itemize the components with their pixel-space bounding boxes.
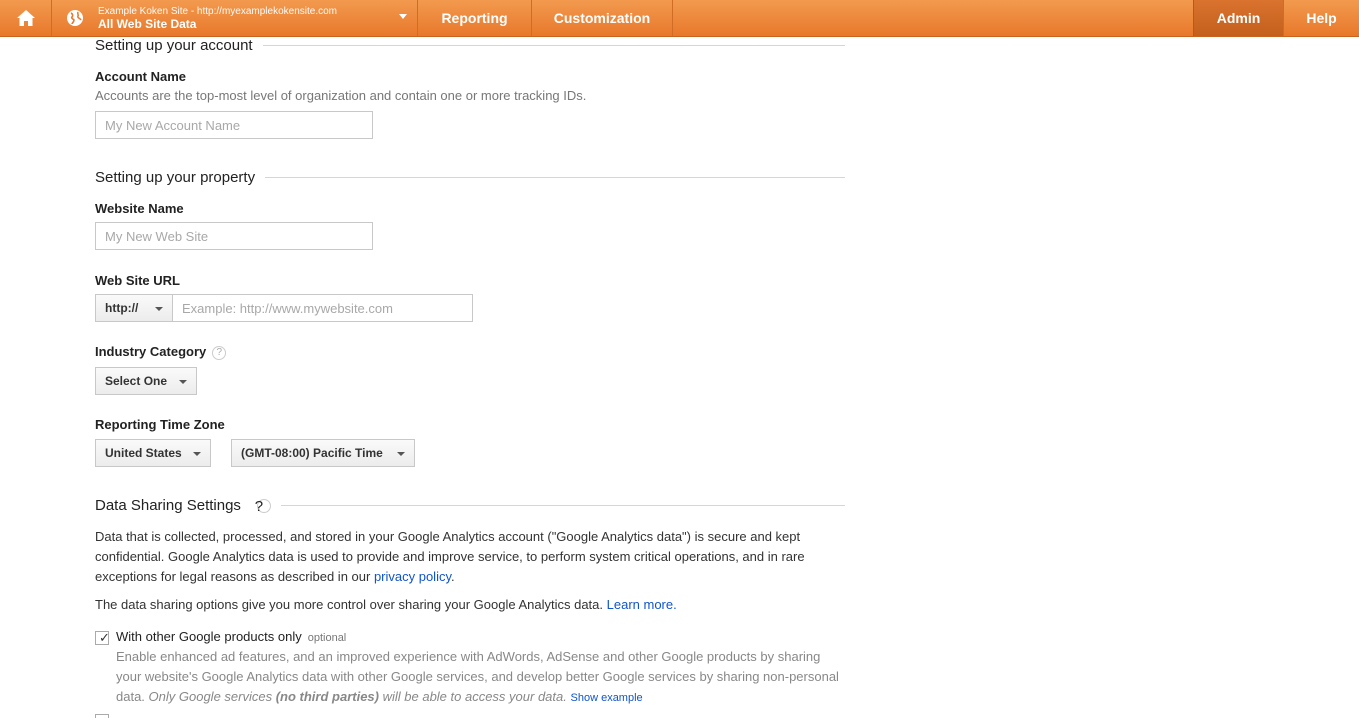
google-products-label-text: With other Google products only [116, 629, 302, 644]
checkmark-icon: ✓ [99, 630, 110, 645]
protocol-value: http:// [105, 301, 139, 315]
account-section-title: Setting up your account [95, 37, 253, 54]
website-url-input[interactable] [172, 294, 473, 322]
account-name-help: Accounts are the top-most level of organ… [95, 88, 587, 103]
nav-help[interactable]: Help [1284, 0, 1359, 36]
data-sharing-options-intro: The data sharing options give you more c… [95, 595, 835, 615]
timezone-select[interactable]: (GMT-08:00) Pacific Time [231, 439, 415, 467]
learn-more-link[interactable]: Learn more. [607, 597, 677, 612]
country-value: United States [105, 446, 182, 460]
chevron-down-icon [397, 452, 405, 456]
option-desc-italic-end: will be able to access your data. [378, 689, 567, 704]
property-section-header: Setting up your property [95, 169, 845, 186]
account-name-input[interactable] [95, 111, 373, 139]
help-icon[interactable]: ? [212, 345, 227, 360]
industry-category-label: Industry Category? [95, 344, 227, 360]
nav-customization[interactable]: Customization [532, 0, 673, 36]
divider [265, 177, 845, 178]
google-products-option-description: Enable enhanced ad features, and an impr… [116, 647, 846, 708]
website-url-label: Web Site URL [95, 273, 180, 288]
help-icon[interactable]: ? [255, 498, 271, 515]
chevron-down-icon [193, 452, 201, 456]
period-text: . [451, 569, 455, 584]
protocol-select[interactable]: http:// [95, 294, 173, 322]
nav-admin[interactable]: Admin [1193, 0, 1284, 36]
home-icon [16, 10, 35, 26]
timezone-value: (GMT-08:00) Pacific Time [241, 446, 383, 460]
divider [262, 45, 845, 46]
option-desc-bold: (no third parties) [275, 689, 379, 704]
industry-category-value: Select One [105, 374, 168, 388]
google-products-checkbox[interactable]: ✓ [95, 630, 110, 645]
data-sharing-title-text: Data Sharing Settings [95, 497, 241, 514]
data-sharing-description: Data that is collected, processed, and s… [95, 527, 835, 587]
show-example-link[interactable]: Show example [571, 692, 643, 704]
privacy-policy-link[interactable]: privacy policy [374, 569, 451, 584]
industry-category-select[interactable]: Select One [95, 367, 197, 395]
next-option-checkbox[interactable] [95, 714, 109, 718]
data-sharing-section-title: Data Sharing Settings? [95, 497, 281, 515]
site-subtitle: Example Koken Site - http://myexamplekok… [98, 6, 337, 17]
data-sharing-section-header: Data Sharing Settings? [95, 497, 845, 515]
nav-reporting[interactable]: Reporting [418, 0, 532, 36]
account-section-header: Setting up your account [95, 37, 845, 54]
property-selector[interactable]: Example Koken Site - http://myexamplekok… [52, 0, 418, 36]
optional-tag: optional [307, 632, 347, 644]
property-section-title: Setting up your property [95, 169, 256, 186]
website-name-input[interactable] [95, 222, 373, 250]
google-products-option-label: With other Google products only optional [116, 629, 346, 644]
account-name-label: Account Name [95, 69, 187, 84]
top-nav-bar: Example Koken Site - http://myexamplekok… [0, 0, 1359, 37]
home-button[interactable] [0, 0, 52, 36]
website-name-label: Website Name [95, 201, 184, 216]
industry-category-label-text: Industry Category [95, 344, 207, 359]
country-select[interactable]: United States [95, 439, 211, 467]
site-title: All Web Site Data [98, 17, 197, 31]
chevron-down-icon [399, 14, 407, 19]
options-intro-text: The data sharing options give you more c… [95, 597, 607, 612]
globe-icon [67, 10, 83, 26]
divider [280, 505, 845, 506]
reporting-time-zone-label: Reporting Time Zone [95, 417, 225, 432]
option-desc-italic: Only Google services [148, 689, 276, 704]
chevron-down-icon [179, 380, 187, 384]
chevron-down-icon [155, 307, 163, 311]
